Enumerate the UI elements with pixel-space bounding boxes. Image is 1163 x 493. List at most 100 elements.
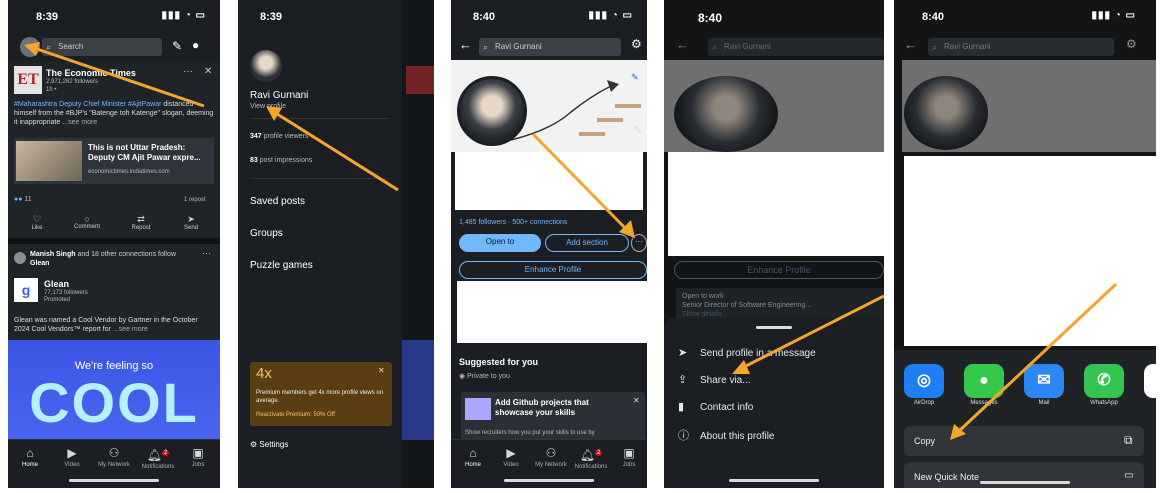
nav-home[interactable]: ⌂ Home	[10, 446, 50, 468]
menu-saved-posts[interactable]: Saved posts	[250, 196, 305, 207]
post-tags[interactable]: #Maharashtra Deputy Chief Minister #Ajit…	[14, 101, 161, 108]
post-impressions[interactable]: 83 post impressions	[250, 157, 312, 164]
profile-viewers[interactable]: 347 profile viewers	[250, 133, 308, 140]
settings-link[interactable]: ⚙ Settings	[250, 440, 288, 449]
nav-jobs[interactable]: ▣ Jobs	[609, 446, 647, 468]
eye-icon: ◉	[459, 373, 466, 380]
enhance-profile-button[interactable]: Enhance Profile	[674, 261, 884, 279]
menu-about-profile[interactable]: ⓘ About this profile	[678, 427, 775, 443]
see-more-link[interactable]: ...see more	[62, 119, 97, 126]
status-bar: 8:40	[664, 0, 884, 28]
close-icon[interactable]: ✕	[378, 366, 385, 375]
nav-notifications[interactable]: 🔔︎ 2 Notifications	[138, 446, 178, 470]
post-glean: Manish Singh and 18 other connections fo…	[8, 244, 220, 340]
company-name[interactable]: Glean	[44, 279, 69, 289]
comment-button[interactable]: ○ Comment	[70, 214, 104, 230]
nav-notifications[interactable]: 🔔︎ 2 Notifications	[571, 446, 611, 470]
link-preview[interactable]: This is not Uttar Pradesh: Deputy CM Aji…	[14, 138, 214, 184]
menu-contact-info[interactable]: ▮ Contact info	[678, 400, 753, 413]
menu-puzzle-games[interactable]: Puzzle games	[250, 260, 313, 271]
like-button[interactable]: ♡ Like	[24, 214, 50, 231]
search-icon: ⌕	[932, 42, 938, 52]
back-arrow-icon[interactable]: ←	[904, 37, 917, 52]
nav-video[interactable]: ▶ Video	[52, 446, 92, 468]
profile-name[interactable]: Ravi Gurnani	[250, 90, 308, 101]
home-indicator	[504, 479, 594, 482]
search-input[interactable]: ⌕ Ravi Gurnani	[928, 38, 1114, 56]
search-input[interactable]: ⌕ Ravi Gurnani	[479, 38, 621, 56]
nav-home[interactable]: ⌂ Home	[453, 446, 493, 468]
nav-my-network[interactable]: ⚇ My Network	[531, 446, 571, 468]
premium-cta[interactable]: Reactivate Premium: 50% Off	[256, 412, 335, 418]
airdrop-icon[interactable]: ◎	[904, 364, 944, 398]
more-options-icon[interactable]: ···	[183, 66, 193, 77]
search-input[interactable]: ⌕ Search	[42, 38, 162, 56]
ad-banner[interactable]: We're feeling so COOL	[8, 340, 220, 440]
enhance-profile-button[interactable]: Enhance Profile	[459, 261, 647, 279]
gear-icon[interactable]: ⚙	[631, 37, 642, 51]
redacted-block	[457, 281, 647, 343]
suggestion-card[interactable]: Add Github projects that showcase your s…	[461, 392, 645, 440]
messaging-icon[interactable]: ●	[192, 38, 199, 52]
screen-profile: 8:40 ▮▮▮ ◔ ▭ ← ⌕ Ravi Gurnani ⚙ ✎ ✎ 1,48…	[451, 0, 647, 488]
premium-title: 4x	[256, 365, 272, 382]
messages-icon[interactable]: ●	[964, 364, 1004, 398]
mail-icon[interactable]: ✉	[1024, 364, 1064, 398]
close-icon[interactable]: ✕	[633, 396, 640, 405]
new-quick-note-action[interactable]: New Quick Note ▭	[904, 462, 1144, 488]
avatar[interactable]	[20, 37, 40, 57]
profile-photo[interactable]	[457, 76, 527, 146]
suggestion-title: Add Github projects that showcase your s…	[495, 398, 589, 417]
whatsapp-icon[interactable]: ✆	[1084, 364, 1124, 398]
nav-video[interactable]: ▶ Video	[491, 446, 531, 468]
suggestion-icon	[465, 398, 491, 420]
copy-action[interactable]: Copy ⧉	[904, 426, 1144, 456]
post-source[interactable]: The Economic Times	[46, 68, 136, 78]
video-icon: ▶	[506, 446, 516, 460]
home-icon: ⌂	[469, 446, 477, 460]
see-more-link[interactable]: ...see more	[113, 326, 148, 333]
network-stats[interactable]: 1,485 followers · 500+ connections	[459, 219, 567, 226]
back-arrow-icon[interactable]: ←	[676, 37, 689, 52]
private-label: ◉ Private to you	[459, 373, 510, 380]
nav-my-network[interactable]: ⚇ My Network	[94, 446, 134, 468]
bottom-nav: ⌂ Home ▶ Video ⚇ My Network 🔔︎ 2 Notification…	[8, 439, 220, 488]
signal-icons: ▮▮▮ ◔ ▭	[161, 10, 206, 21]
banner-fragment	[402, 340, 434, 440]
more-options-icon[interactable]: ···	[202, 248, 211, 258]
nav-jobs[interactable]: ▣ Jobs	[178, 446, 218, 468]
compose-icon[interactable]: ✎	[172, 39, 182, 53]
briefcase-icon: ▣	[623, 446, 635, 460]
edit-intro-icon[interactable]: ✎	[633, 124, 642, 137]
add-section-button[interactable]: Add section	[545, 234, 629, 252]
send-icon: ➤	[187, 214, 195, 224]
post-text: Glean was named a Cool Vendor by Gartner…	[14, 317, 198, 333]
post-text: #Maharashtra Deputy Chief Minister #Ajit…	[14, 100, 214, 127]
menu-share-via[interactable]: ⇪ Share via...	[678, 373, 751, 386]
open-to-work-role: Senior Director of Software Engineering.…	[682, 302, 812, 309]
more-options-button[interactable]: ···	[631, 234, 647, 252]
edit-cover-icon[interactable]: ✎	[631, 72, 639, 83]
notification-badge: 2	[161, 450, 170, 456]
open-to-button[interactable]: Open to	[459, 234, 541, 252]
profile-avatar[interactable]	[250, 50, 282, 82]
briefcase-icon: ▣	[192, 446, 204, 460]
network-icon: ⚇	[545, 446, 557, 460]
banner-line2: COOL	[29, 371, 199, 434]
network-icon: ⚇	[108, 446, 120, 460]
view-profile-link[interactable]: View profile	[250, 103, 286, 110]
share-sheet: ◎ AirDrop ● Messages ✉ Mail ✆ WhatsApp C…	[894, 350, 1156, 488]
menu-groups[interactable]: Groups	[250, 228, 283, 239]
back-arrow-icon[interactable]: ←	[459, 37, 472, 52]
menu-send-profile[interactable]: ➤ Send profile in a message	[678, 346, 816, 359]
premium-text: Premium members get 4x more profile view…	[256, 390, 384, 404]
close-icon[interactable]: ✕	[204, 66, 212, 77]
more-apps-icon[interactable]	[1144, 364, 1156, 398]
premium-card[interactable]: 4x ✕ Premium members get 4x more profile…	[250, 362, 392, 426]
repost-button[interactable]: ⇄ Repost	[126, 214, 156, 231]
open-to-work-card[interactable]: Open to work Senior Director of Software…	[676, 288, 884, 322]
search-value: Ravi Gurnani	[724, 42, 771, 51]
gear-icon[interactable]: ⚙	[1126, 37, 1137, 51]
send-button[interactable]: ➤ Send	[178, 214, 204, 231]
search-input[interactable]: ⌕ Ravi Gurnani	[708, 38, 884, 56]
